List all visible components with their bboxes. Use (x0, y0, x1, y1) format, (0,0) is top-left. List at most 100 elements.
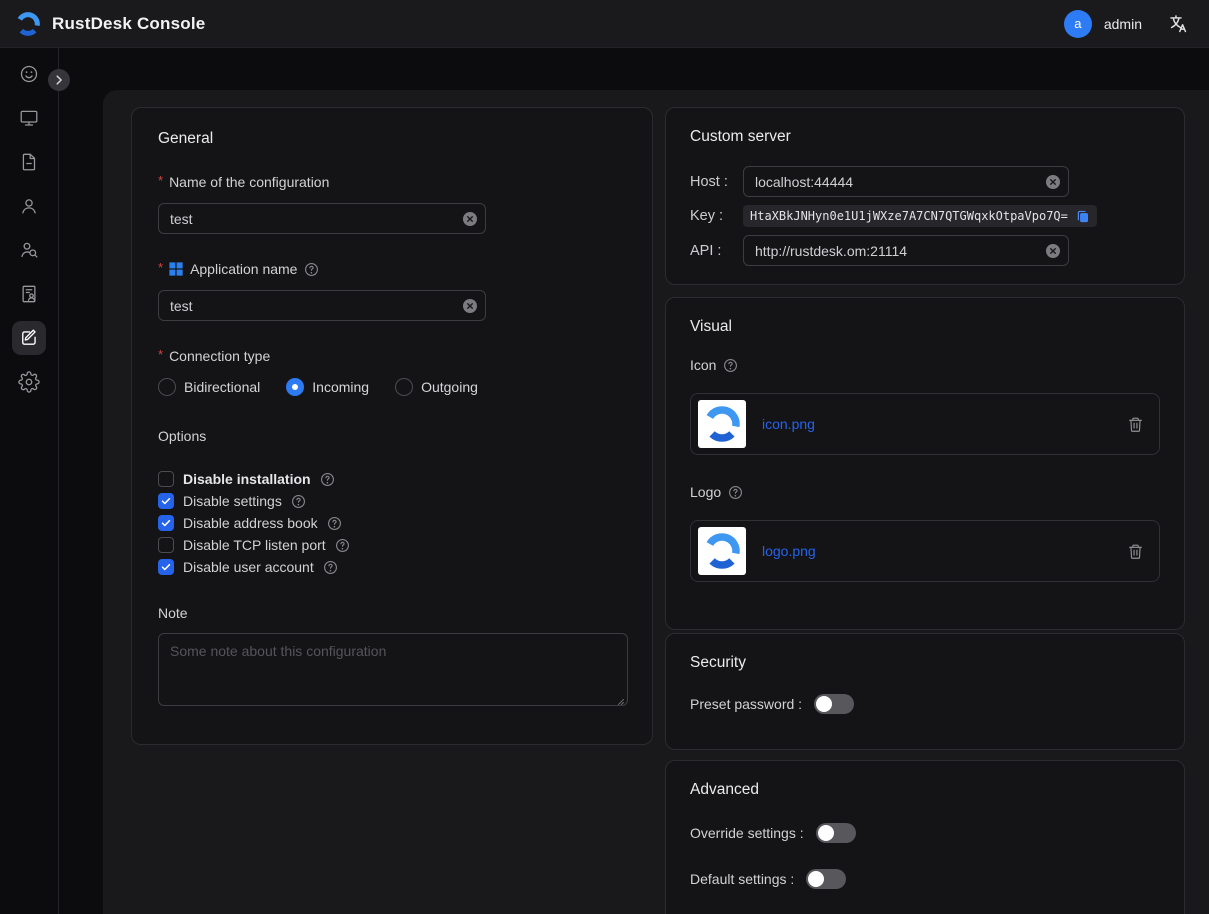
smiley-icon (18, 63, 40, 85)
icon-upload-box: icon.png (690, 393, 1160, 455)
gear-icon (18, 371, 40, 393)
override-settings-row: Override settings : (690, 823, 1160, 843)
translate-icon[interactable] (1168, 13, 1189, 34)
radio-incoming[interactable]: Incoming (286, 378, 369, 396)
radio-outgoing[interactable]: Outgoing (395, 378, 478, 396)
help-icon[interactable] (320, 472, 335, 487)
checkbox-checked[interactable] (158, 515, 174, 531)
sidebar-item-logs[interactable] (12, 145, 46, 179)
chevron-right-icon (52, 73, 66, 87)
document-user-icon (18, 283, 40, 305)
icon-thumbnail (698, 400, 746, 448)
edit-icon (18, 327, 40, 349)
host-row: Host : (690, 166, 1160, 197)
key-label: Key : (690, 208, 743, 224)
option-disable-settings: Disable settings (158, 490, 626, 512)
sidebar-item-settings[interactable] (12, 365, 46, 399)
icon-file-link[interactable]: icon.png (762, 416, 815, 432)
checkbox-checked[interactable] (158, 493, 174, 509)
user-search-icon (18, 239, 40, 261)
required-asterisk: * (158, 347, 163, 362)
app-title: RustDesk Console (52, 14, 205, 34)
radio-dot[interactable] (158, 378, 176, 396)
brand: RustDesk Console (14, 10, 205, 38)
host-field (743, 166, 1069, 197)
visual-title: Visual (690, 318, 1160, 336)
config-name-input[interactable] (158, 203, 486, 234)
api-field (743, 235, 1069, 266)
general-card: General * Name of the configuration * Ap… (131, 107, 653, 745)
sidebar-item-custom-client[interactable] (12, 321, 46, 355)
logo-file-link[interactable]: logo.png (762, 543, 816, 559)
sidebar (0, 48, 59, 914)
checkbox-unchecked[interactable] (158, 537, 174, 553)
security-card: Security Preset password : (665, 633, 1185, 750)
sidebar-item-accounts[interactable] (12, 277, 46, 311)
host-input[interactable] (743, 166, 1069, 197)
override-settings-toggle[interactable] (816, 823, 856, 843)
clear-icon[interactable] (462, 211, 478, 227)
preset-password-row: Preset password : (690, 694, 1160, 714)
app-header: RustDesk Console a admin (0, 0, 1209, 48)
help-icon[interactable] (728, 485, 743, 500)
advanced-title: Advanced (690, 781, 1160, 799)
sidebar-item-groups[interactable] (12, 233, 46, 267)
radio-dot-selected[interactable] (286, 378, 304, 396)
config-name-label: * Name of the configuration (158, 174, 626, 190)
sidebar-item-users[interactable] (12, 189, 46, 223)
main-content: General * Name of the configuration * Ap… (103, 90, 1209, 914)
user-icon (18, 195, 40, 217)
user-name: admin (1104, 16, 1142, 32)
app-name-input[interactable] (158, 290, 486, 321)
logo-upload-box: logo.png (690, 520, 1160, 582)
note-field (158, 633, 628, 711)
sidebar-item-dashboard[interactable] (12, 57, 46, 91)
options-label: Options (158, 428, 626, 444)
api-row: API : (690, 235, 1160, 266)
checkbox-checked[interactable] (158, 559, 174, 575)
clear-icon[interactable] (462, 298, 478, 314)
checkbox-unchecked[interactable] (158, 471, 174, 487)
api-input[interactable] (743, 235, 1069, 266)
preset-password-label: Preset password : (690, 696, 802, 712)
help-icon[interactable] (723, 358, 738, 373)
monitor-icon (18, 107, 40, 129)
custom-server-card: Custom server Host : Key : HtaXBkJNHyn0e… (665, 107, 1185, 285)
preset-password-toggle[interactable] (814, 694, 854, 714)
trash-icon[interactable] (1126, 415, 1145, 434)
user-avatar[interactable]: a (1064, 10, 1092, 38)
radio-dot[interactable] (395, 378, 413, 396)
sidebar-item-devices[interactable] (12, 101, 46, 135)
note-label: Note (158, 605, 626, 621)
help-icon[interactable] (304, 262, 319, 277)
option-disable-address-book: Disable address book (158, 512, 626, 534)
help-icon[interactable] (323, 560, 338, 575)
logo-label: Logo (690, 484, 1160, 500)
option-disable-installation: Disable installation (158, 468, 626, 490)
connection-type-group: Bidirectional Incoming Outgoing (158, 378, 626, 396)
copy-icon[interactable] (1075, 209, 1090, 224)
key-value: HtaXBkJNHyn0e1U1jWXze7A7CN7QTGWqxkOtpaVp… (750, 209, 1068, 223)
default-settings-label: Default settings : (690, 871, 794, 887)
radio-bidirectional[interactable]: Bidirectional (158, 378, 260, 396)
help-icon[interactable] (335, 538, 350, 553)
key-row: Key : HtaXBkJNHyn0e1U1jWXze7A7CN7QTGWqxk… (690, 205, 1160, 227)
api-label: API : (690, 243, 743, 259)
trash-icon[interactable] (1126, 542, 1145, 561)
config-name-field (158, 203, 486, 234)
rustdesk-logo-icon (14, 10, 42, 38)
default-settings-toggle[interactable] (806, 869, 846, 889)
help-icon[interactable] (327, 516, 342, 531)
help-icon[interactable] (291, 494, 306, 509)
security-title: Security (690, 654, 1160, 672)
clear-icon[interactable] (1045, 243, 1061, 259)
key-value-chip: HtaXBkJNHyn0e1U1jWXze7A7CN7QTGWqxkOtpaVp… (743, 205, 1097, 227)
connection-type-label: * Connection type (158, 348, 626, 364)
advanced-card: Advanced Override settings : Default set… (665, 760, 1185, 914)
note-textarea[interactable] (158, 633, 628, 706)
sidebar-expand-button[interactable] (48, 69, 70, 91)
app-name-label: * Application name (158, 261, 626, 277)
clear-icon[interactable] (1045, 174, 1061, 190)
required-asterisk: * (158, 260, 163, 275)
document-icon (18, 151, 40, 173)
